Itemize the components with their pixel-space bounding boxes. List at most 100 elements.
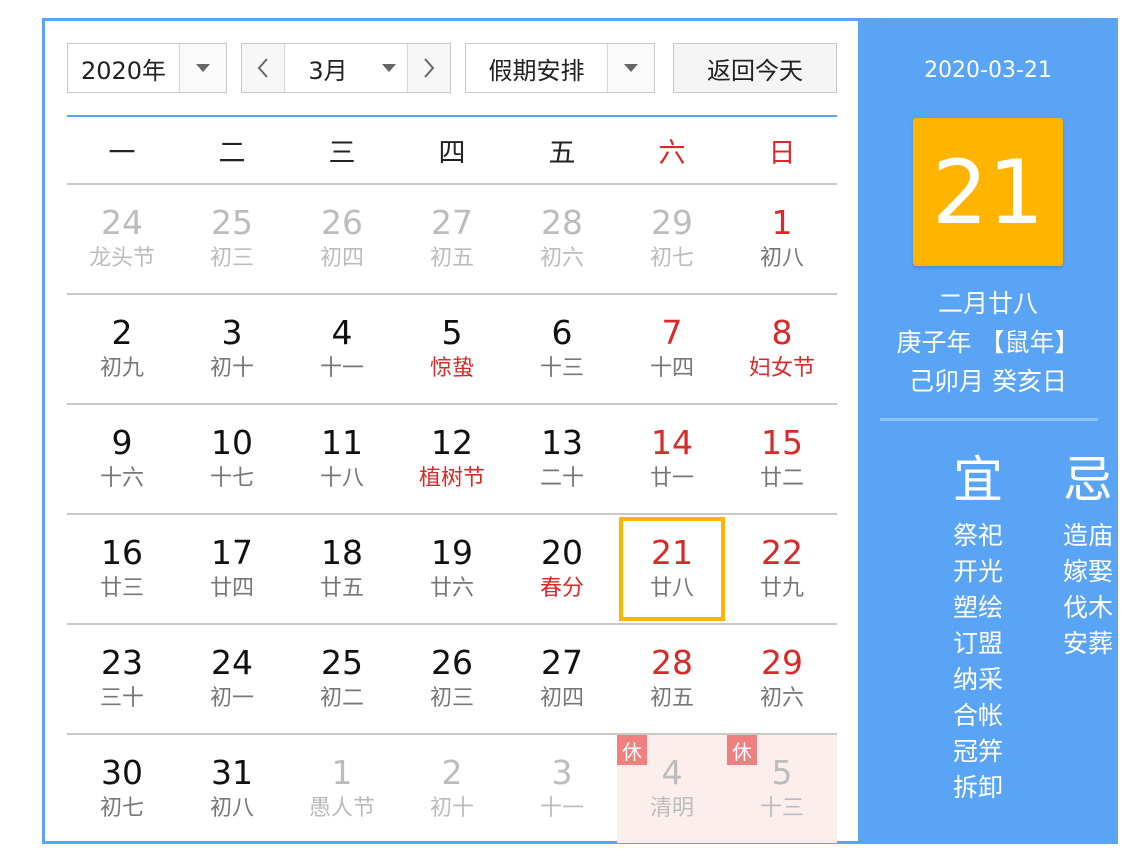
calendar-day[interactable]: 3 初十 [177, 295, 287, 403]
calendar-day[interactable]: 14 廿一 [617, 405, 727, 513]
calendar-day[interactable]: 7 十四 [617, 295, 727, 403]
yi-heading: 宜 [953, 451, 1003, 509]
year-dropdown-button[interactable] [179, 44, 226, 92]
ganzhi-day: 己卯月 癸亥日 [909, 367, 1067, 396]
lunar-label: 初七 [649, 246, 694, 271]
calendar-day[interactable]: 1 愚人节 [287, 735, 397, 843]
day-number: 12 [431, 423, 473, 462]
yi-item: 塑绘 [952, 593, 1003, 622]
calendar-day[interactable]: 29 初七 [617, 185, 727, 293]
lunar-label: 初八 [759, 246, 804, 271]
lunar-label: 十一 [319, 356, 364, 381]
calendar-day[interactable]: 24 初一 [177, 625, 287, 733]
calendar-day[interactable]: 15 廿二 [727, 405, 837, 513]
calendar-day[interactable]: 10 十七 [177, 405, 287, 513]
calendar-day[interactable]: 20 春分 [507, 515, 617, 623]
selected-day-number: 21 [913, 118, 1063, 266]
back-to-today-button[interactable]: 返回今天 [673, 43, 837, 93]
day-number: 15 [761, 423, 803, 462]
yi-item: 订盟 [952, 629, 1003, 658]
lunar-label: 妇女节 [748, 356, 815, 381]
lunar-label: 初五 [649, 686, 694, 711]
calendar-day[interactable]: 3 十一 [507, 735, 617, 843]
calendar-day[interactable]: 2 初十 [397, 735, 507, 843]
calendar-day[interactable]: 26 初四 [287, 185, 397, 293]
lunar-label: 廿五 [319, 576, 364, 601]
lunar-label: 十六 [99, 466, 144, 491]
calendar-day[interactable]: 休 4 清明 [617, 735, 727, 843]
day-number: 13 [541, 423, 583, 462]
calendar-day[interactable]: 2 初九 [67, 295, 177, 403]
lunar-label: 愚人节 [308, 796, 375, 821]
weekday-label: 一 [108, 137, 136, 169]
month-dropdown-button[interactable] [371, 44, 407, 92]
day-number: 8 [771, 313, 793, 352]
day-number: 14 [651, 423, 693, 462]
lunar-label: 初九 [99, 356, 144, 381]
calendar-day[interactable]: 23 三十 [67, 625, 177, 733]
calendar-day[interactable]: 休 5 十三 [727, 735, 837, 843]
calendar-day[interactable]: 22 廿九 [727, 515, 837, 623]
calendar-day[interactable]: 17 廿四 [177, 515, 287, 623]
holiday-dropdown-button[interactable] [607, 44, 654, 92]
day-number: 24 [211, 643, 253, 682]
holiday-select[interactable]: 假期安排 [465, 43, 655, 93]
calendar-day[interactable]: 19 廿六 [397, 515, 507, 623]
prev-month-button[interactable] [242, 44, 285, 92]
weekday-label: 五 [548, 137, 576, 169]
calendar-week-row: 23 三十 24 初一 25 初二 26 初三 27 初四 28 初五 29 初六 [67, 625, 837, 735]
lunar-label: 十一 [539, 796, 584, 821]
lunar-label: 清明 [649, 796, 694, 821]
calendar-day[interactable]: 27 初五 [397, 185, 507, 293]
month-select[interactable]: 3月 [241, 43, 451, 93]
lunar-label: 初二 [319, 686, 364, 711]
calendar-day[interactable]: 29 初六 [727, 625, 837, 733]
lunar-date: 二月廿八 [937, 289, 1038, 318]
calendar-day[interactable]: 28 初五 [617, 625, 727, 733]
calendar-day[interactable]: 25 初三 [177, 185, 287, 293]
lunar-label: 廿二 [759, 466, 804, 491]
lunar-label: 廿四 [209, 576, 254, 601]
year-select[interactable]: 2020年 [67, 43, 227, 93]
day-number: 29 [651, 203, 693, 242]
calendar-day[interactable]: 11 十八 [287, 405, 397, 513]
lunar-label: 植树节 [418, 466, 485, 491]
day-detail-panel: 2020-03-21 21 二月廿八 庚子年 【鼠年】 己卯月 癸亥日 宜 祭祀… [858, 18, 1118, 844]
day-number: 28 [651, 643, 693, 682]
day-number: 27 [431, 203, 473, 242]
calendar-day[interactable]: 28 初六 [507, 185, 617, 293]
calendar-week-row: 2 初九 3 初十 4 十一 5 惊蛰 6 十三 7 十四 8 妇女节 [67, 295, 837, 405]
calendar-day[interactable]: 8 妇女节 [727, 295, 837, 403]
day-number: 30 [101, 753, 143, 792]
lunar-label: 初十 [209, 356, 254, 381]
lunar-label: 十八 [319, 466, 364, 491]
day-number: 1 [771, 203, 793, 242]
calendar-day[interactable]: 25 初二 [287, 625, 397, 733]
calendar-day[interactable]: 16 廿三 [67, 515, 177, 623]
lunar-label: 初六 [539, 246, 584, 271]
calendar-day[interactable]: 26 初三 [397, 625, 507, 733]
lunar-label: 初一 [209, 686, 254, 711]
calendar-day[interactable]: 27 初四 [507, 625, 617, 733]
next-month-button[interactable] [407, 44, 450, 92]
calendar-day[interactable]: 18 廿五 [287, 515, 397, 623]
calendar-day[interactable]: 13 二十 [507, 405, 617, 513]
calendar-day[interactable]: 24 龙头节 [67, 185, 177, 293]
day-number: 25 [211, 203, 253, 242]
selection-outline [619, 517, 725, 621]
lunar-label: 惊蛰 [429, 356, 474, 381]
calendar-day[interactable]: 5 惊蛰 [397, 295, 507, 403]
calendar-day[interactable]: 6 十三 [507, 295, 617, 403]
day-number: 2 [441, 753, 463, 792]
calendar-day[interactable]: 4 十一 [287, 295, 397, 403]
calendar-day[interactable]: 9 十六 [67, 405, 177, 513]
calendar-day[interactable]: 31 初八 [177, 735, 287, 843]
calendar-day-selected[interactable]: 21 廿八 [617, 515, 727, 623]
calendar-day[interactable]: 12 植树节 [397, 405, 507, 513]
lunar-label: 初三 [209, 246, 254, 271]
day-number: 19 [431, 533, 473, 572]
day-number: 16 [101, 533, 143, 572]
calendar-day[interactable]: 30 初七 [67, 735, 177, 843]
day-number: 6 [551, 313, 573, 352]
calendar-day[interactable]: 1 初八 [727, 185, 837, 293]
